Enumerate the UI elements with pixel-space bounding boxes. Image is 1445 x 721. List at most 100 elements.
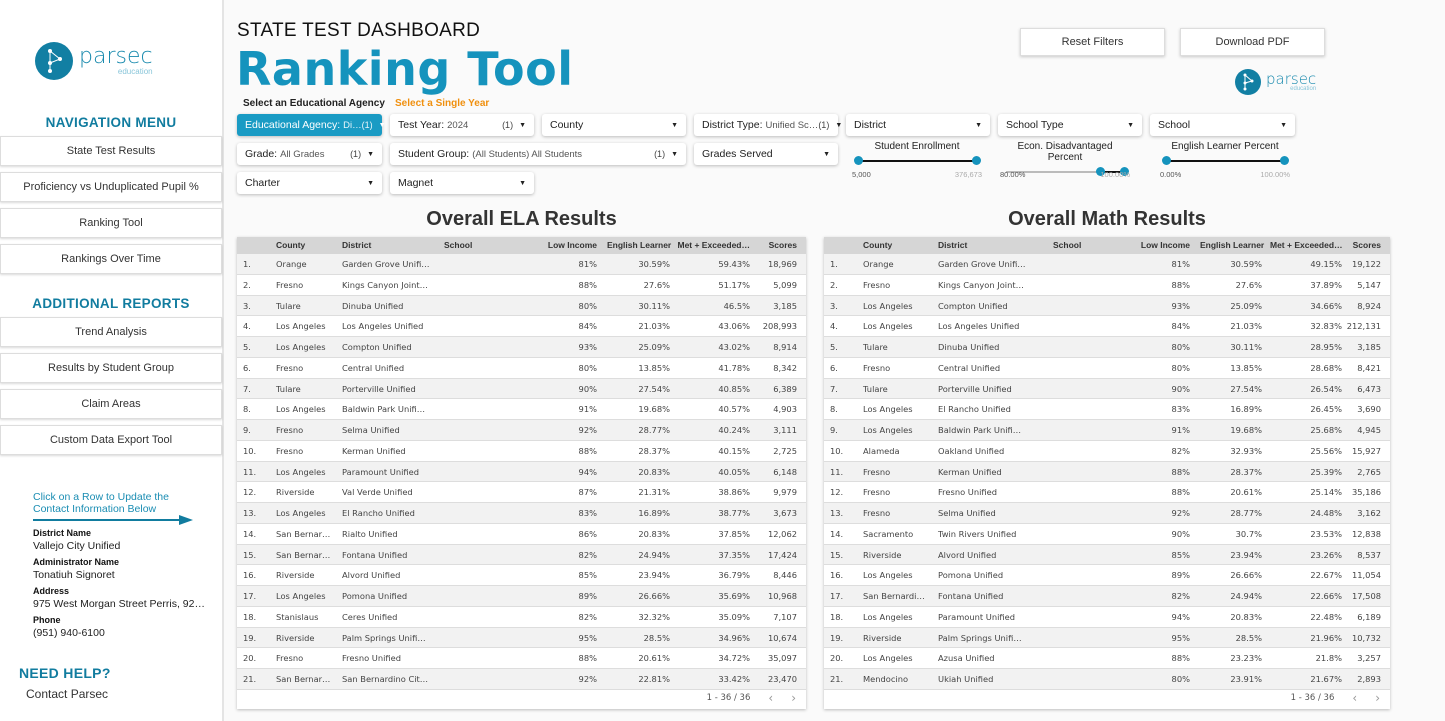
cell-english-learner: 27.54%: [638, 383, 670, 394]
column-header-county[interactable]: County: [276, 237, 341, 254]
cell-district: Paramount Unified: [342, 466, 420, 477]
column-header-scores[interactable]: Scores: [752, 237, 797, 254]
table-row[interactable]: 10. Fresno Kerman Unified 88% 28.37% 40.15% 2,…: [237, 441, 806, 462]
table-row[interactable]: 12. Riverside Val Verde Unified 87% 21.31% 38…: [237, 482, 806, 503]
nav-state-test-results[interactable]: State Test Results: [0, 136, 222, 166]
magnet-dropdown[interactable]: Magnet ▼: [390, 172, 534, 194]
contact-parsec-link[interactable]: Contact Parsec: [26, 687, 108, 701]
table-row[interactable]: 3. Tulare Dinuba Unified 80% 30.11% 46.5% 3,18…: [237, 295, 806, 317]
table-row[interactable]: 21. San Bernar… San Bernardino Cit… 92% 22.8…: [237, 669, 806, 690]
table-row[interactable]: 15. San Bernar… Fontana Unified 82% 24.94% 37…: [237, 544, 806, 566]
cell-english-learner: 30.59%: [638, 259, 670, 269]
nav-custom-data-export[interactable]: Custom Data Export Tool: [0, 425, 222, 455]
table-row[interactable]: 2. Fresno Kings Canyon Joint… 88% 27.6% 51.17…: [237, 275, 806, 296]
table-row[interactable]: 6. Fresno Central Unified 80% 13.85% 28.68% 8,…: [824, 358, 1390, 379]
county-dropdown[interactable]: County ▼: [542, 114, 686, 136]
table-row[interactable]: 7. Tulare Porterville Unified 90% 27.54% 40.8…: [237, 378, 806, 400]
slider-min-handle[interactable]: [854, 156, 863, 165]
column-header-scores[interactable]: Scores: [1341, 237, 1381, 254]
table-row[interactable]: 6. Fresno Central Unified 80% 13.85% 41.78% 8,…: [237, 358, 806, 379]
table-row[interactable]: 19. Riverside Palm Springs Unifi… 95% 28.5% 3…: [237, 627, 806, 649]
table-row[interactable]: 20. Los Angeles Azusa Unified 88% 23.23% 21.8…: [824, 648, 1390, 669]
table-row[interactable]: 9. Los Angeles Baldwin Park Unifi… 91% 19.68…: [824, 420, 1390, 441]
nav-trend-analysis[interactable]: Trend Analysis: [0, 317, 222, 347]
test-year-dropdown[interactable]: Test Year: 2024 (1) ▼: [390, 114, 534, 136]
table-row[interactable]: 16. Riverside Alvord Unified 85% 23.94% 36.79…: [237, 565, 806, 586]
next-page-icon[interactable]: ›: [1375, 691, 1380, 705]
table-row[interactable]: 18. Los Angeles Paramount Unified 94% 20.83%…: [824, 607, 1390, 628]
reset-filters-button[interactable]: Reset Filters: [1020, 28, 1165, 56]
table-row[interactable]: 17. Los Angeles Pomona Unified 89% 26.66% 35.…: [237, 586, 806, 607]
column-header-met-exceeded[interactable]: Met + Exceeded…: [677, 237, 750, 254]
english-learner-slider[interactable]: English Learner Percent 0.00% 100.00%: [1160, 141, 1290, 179]
cell-met-exceeded: 34.66%: [1310, 300, 1342, 311]
next-page-icon[interactable]: ›: [791, 691, 796, 705]
download-pdf-button[interactable]: Download PDF: [1180, 28, 1325, 56]
nav-rankings-over-time[interactable]: Rankings Over Time: [0, 244, 222, 274]
nav-claim-areas[interactable]: Claim Areas: [0, 389, 222, 419]
school-dropdown[interactable]: School ▼: [1150, 114, 1295, 136]
table-row[interactable]: 8. Los Angeles El Rancho Unified 83% 16.89% 2…: [824, 399, 1390, 420]
table-row[interactable]: 4. Los Angeles Los Angeles Unified 84% 21.03…: [824, 316, 1390, 337]
school-type-dropdown[interactable]: School Type ▼: [998, 114, 1142, 136]
dropdown-count: (1): [654, 149, 666, 159]
table-row[interactable]: 4. Los Angeles Los Angeles Unified 84% 21.03…: [237, 316, 806, 337]
table-row[interactable]: 17. San Bernardi… Fontana Unified 82% 24.94%…: [824, 586, 1390, 607]
prev-page-icon[interactable]: ‹: [1352, 691, 1357, 705]
column-header-english-learner[interactable]: English Learner: [1200, 237, 1264, 254]
grades-served-dropdown[interactable]: Grades Served ▼: [694, 143, 838, 165]
slider-max-handle[interactable]: [1280, 156, 1289, 165]
table-row[interactable]: 19. Riverside Palm Springs Unifi… 95% 28.5% 2…: [824, 627, 1390, 649]
nav-results-by-student-group[interactable]: Results by Student Group: [0, 353, 222, 383]
column-header-english-learner[interactable]: English Learner: [607, 237, 671, 254]
nav-proficiency-vs-unduplicated[interactable]: Proficiency vs Unduplicated Pupil %: [0, 172, 222, 202]
column-header-met-exceeded[interactable]: Met + Exceeded…: [1270, 237, 1343, 254]
table-row[interactable]: 12. Fresno Fresno Unified 88% 20.61% 25.14% 35…: [824, 482, 1390, 503]
column-header-school[interactable]: School: [444, 237, 544, 254]
student-enrollment-slider[interactable]: Student Enrollment 5,000 376,673: [852, 141, 982, 179]
table-row[interactable]: 14. San Bernar… Rialto Unified 86% 20.83% 37.…: [237, 524, 806, 545]
table-row[interactable]: 10. Alameda Oakland Unified 82% 32.93% 25.56%…: [824, 441, 1390, 462]
slider-min-handle[interactable]: [1162, 156, 1171, 165]
column-header-district[interactable]: District: [342, 237, 442, 254]
table-row[interactable]: 18. Stanislaus Ceres Unified 82% 32.32% 35.09…: [237, 607, 806, 628]
slider-max-handle[interactable]: [972, 156, 981, 165]
table-row[interactable]: 2. Fresno Kings Canyon Joint… 88% 27.6% 37.89…: [824, 275, 1390, 296]
cell-low-income: 88%: [1171, 466, 1190, 477]
cell-county: Los Angeles: [863, 653, 913, 664]
table-row[interactable]: 15. Riverside Alvord Unified 85% 23.94% 23.26…: [824, 544, 1390, 566]
econ-disadvantaged-slider[interactable]: Econ. Disadvantaged Percent 80.00% 100.00…: [1000, 141, 1130, 179]
column-header-district[interactable]: District: [938, 237, 1038, 254]
table-row[interactable]: 5. Tulare Dinuba Unified 80% 30.11% 28.95% 3,1…: [824, 337, 1390, 358]
table-row[interactable]: 1. Orange Garden Grove Unifi… 81% 30.59% 59.4…: [237, 254, 806, 275]
nav-ranking-tool[interactable]: Ranking Tool: [0, 208, 222, 238]
table-row[interactable]: 5. Los Angeles Compton Unified 93% 25.09% 43.…: [237, 337, 806, 358]
column-header-county[interactable]: County: [863, 237, 933, 254]
table-row[interactable]: 9. Fresno Selma Unified 92% 28.77% 40.24% 3,11…: [237, 420, 806, 441]
district-type-dropdown[interactable]: District Type: Unified Sc… (1) ▼: [694, 114, 842, 136]
slider-track[interactable]: [854, 156, 981, 165]
slider-title: English Learner Percent: [1171, 141, 1279, 152]
grade-dropdown[interactable]: Grade: All Grades (1) ▼: [237, 143, 382, 165]
table-row[interactable]: 8. Los Angeles Baldwin Park Unifi… 91% 19.68…: [237, 399, 806, 420]
table-row[interactable]: 16. Los Angeles Pomona Unified 89% 26.66% 22.…: [824, 565, 1390, 586]
educational-agency-dropdown[interactable]: Educational Agency: Di… (1) ▼: [237, 114, 386, 136]
table-row[interactable]: 20. Fresno Fresno Unified 88% 20.61% 34.72% 35…: [237, 648, 806, 669]
table-row[interactable]: 1. Orange Garden Grove Unifi… 81% 30.59% 49.1…: [824, 254, 1390, 275]
table-row[interactable]: 7. Tulare Porterville Unified 90% 27.54% 26.5…: [824, 378, 1390, 400]
table-row[interactable]: 11. Los Angeles Paramount Unified 94% 20.83%…: [237, 461, 806, 483]
slider-track[interactable]: [1162, 156, 1289, 165]
table-row[interactable]: 11. Fresno Kerman Unified 88% 28.37% 25.39% 2,…: [824, 461, 1390, 483]
column-header-low-income[interactable]: Low Income: [1130, 237, 1190, 254]
charter-dropdown[interactable]: Charter ▼: [237, 172, 382, 194]
table-row[interactable]: 13. Los Angeles El Rancho Unified 83% 16.89%…: [237, 503, 806, 524]
district-dropdown[interactable]: District ▼: [846, 114, 990, 136]
prev-page-icon[interactable]: ‹: [768, 691, 773, 705]
cell-rank: 1.: [830, 259, 838, 269]
table-row[interactable]: 3. Los Angeles Compton Unified 93% 25.09% 34.…: [824, 295, 1390, 317]
table-row[interactable]: 13. Fresno Selma Unified 92% 28.77% 24.48% 3,1…: [824, 503, 1390, 524]
student-group-dropdown[interactable]: Student Group: (All Students) All Student…: [390, 143, 686, 165]
column-header-low-income[interactable]: Low Income: [537, 237, 597, 254]
table-row[interactable]: 14. Sacramento Twin Rivers Unified 90% 30.7%…: [824, 524, 1390, 545]
table-row[interactable]: 21. Mendocino Ukiah Unified 80% 23.91% 21.67%…: [824, 669, 1390, 690]
